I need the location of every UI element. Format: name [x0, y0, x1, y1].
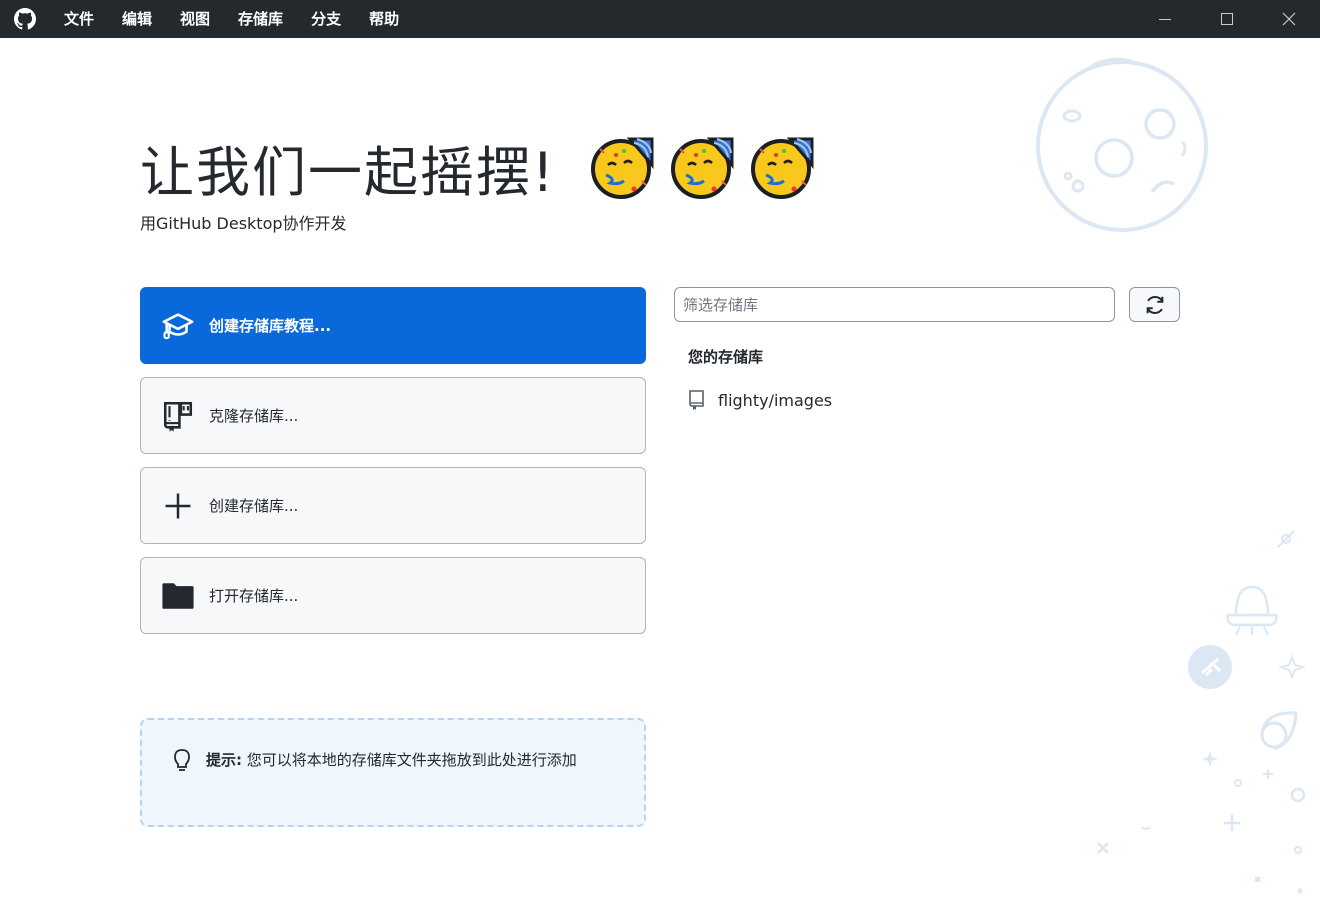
menu-bar: 文件 编辑 视图 存储库 分支 帮助 — [50, 0, 413, 38]
plus-icon — [159, 487, 197, 525]
close-button[interactable] — [1258, 0, 1320, 38]
github-octocat-icon[interactable] — [0, 0, 50, 38]
party-face-emoji-icon — [750, 137, 814, 199]
sync-icon — [1146, 295, 1163, 314]
repo-icon — [688, 389, 708, 411]
drag-drop-tip: 提示: 您可以将本地的存储库文件夹拖放到此处进行添加 — [140, 718, 646, 827]
folder-icon — [159, 577, 197, 615]
light-bulb-icon — [172, 748, 194, 825]
menu-file[interactable]: 文件 — [50, 0, 108, 38]
page-title: 让我们一起摇摆! — [140, 141, 556, 204]
moon-illustration-icon — [1036, 57, 1208, 232]
menu-edit[interactable]: 编辑 — [108, 0, 166, 38]
party-face-emoji-icon — [670, 137, 734, 199]
open-repository-button[interactable]: 打开存储库... — [140, 557, 646, 634]
maximize-button[interactable] — [1196, 0, 1258, 38]
page-subtitle: 用GitHub Desktop协作开发 — [140, 214, 347, 233]
minimize-button[interactable] — [1134, 0, 1196, 38]
filter-repositories-input[interactable] — [674, 287, 1115, 322]
menu-repository[interactable]: 存储库 — [224, 0, 297, 38]
tip-label: 提示: — [206, 751, 242, 769]
refresh-repositories-button[interactable] — [1129, 287, 1180, 322]
space-decoration-icon — [1097, 530, 1307, 894]
create-tutorial-repository-button[interactable]: 创建存储库教程... — [140, 287, 646, 364]
action-label: 创建存储库教程... — [209, 317, 332, 335]
create-repository-button[interactable]: 创建存储库... — [140, 467, 646, 544]
action-label: 克隆存储库... — [209, 407, 299, 425]
repository-list-item[interactable]: flighty/images — [680, 385, 1160, 415]
action-label: 创建存储库... — [209, 497, 299, 515]
tip-text: 提示: 您可以将本地的存储库文件夹拖放到此处进行添加 — [206, 748, 606, 825]
menu-view[interactable]: 视图 — [166, 0, 224, 38]
action-label: 打开存储库... — [209, 587, 299, 605]
title-bar: 文件 编辑 视图 存储库 分支 帮助 — [0, 0, 1320, 38]
party-face-emoji-icon — [590, 137, 654, 199]
menu-branch[interactable]: 分支 — [297, 0, 355, 38]
clone-repository-button[interactable]: 克隆存储库... — [140, 377, 646, 454]
close-icon — [1282, 12, 1296, 26]
emoji-group — [590, 135, 816, 201]
menu-help[interactable]: 帮助 — [355, 0, 413, 38]
maximize-icon — [1221, 13, 1233, 25]
tip-body: 您可以将本地的存储库文件夹拖放到此处进行添加 — [246, 751, 577, 769]
mortarboard-icon — [159, 307, 197, 345]
your-repositories-heading: 您的存储库 — [688, 348, 764, 366]
window-controls — [1134, 0, 1320, 38]
repo-clone-icon — [159, 397, 197, 435]
minimize-icon — [1159, 19, 1171, 20]
repository-name: flighty/images — [718, 390, 833, 410]
welcome-header: 让我们一起摇摆! — [140, 128, 816, 207]
